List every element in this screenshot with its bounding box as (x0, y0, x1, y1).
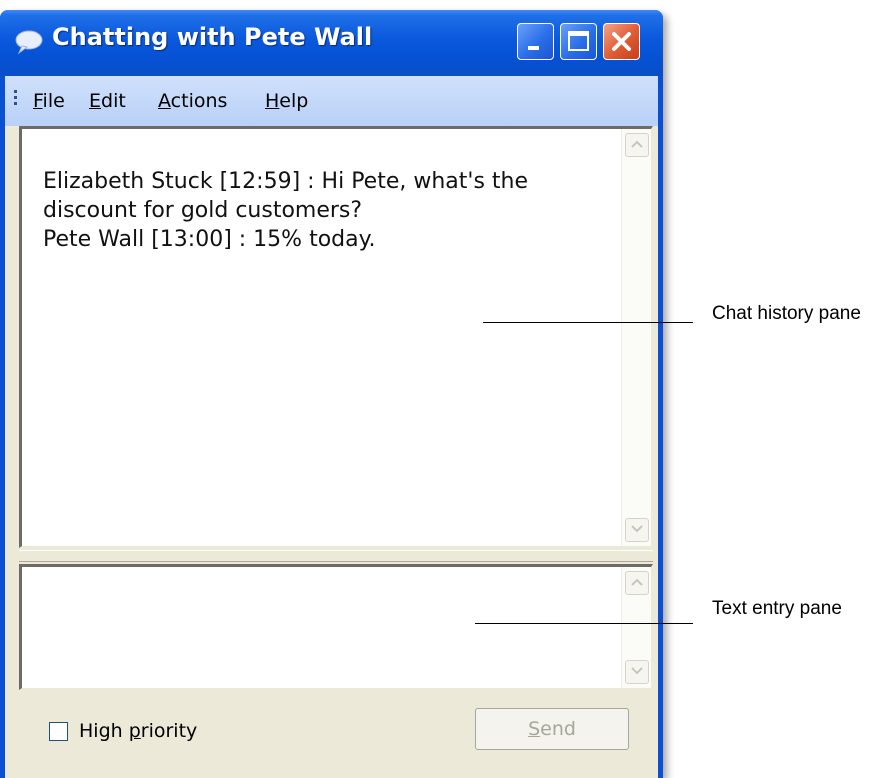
window-client: Elizabeth Stuck [12:59] : Hi Pete, what'… (5, 126, 658, 778)
text-entry-input[interactable] (30, 573, 617, 682)
chat-history-text: Elizabeth Stuck [12:59] : Hi Pete, what'… (43, 167, 603, 254)
text-entry-pane[interactable] (19, 564, 653, 690)
high-priority-checkbox[interactable] (49, 722, 68, 741)
menu-file[interactable]: File (33, 90, 65, 112)
history-scrollbar[interactable] (621, 129, 651, 546)
chevron-down-icon (631, 525, 643, 533)
title-bar[interactable]: Chatting with Pete Wall (0, 10, 663, 76)
scroll-down-button[interactable] (625, 518, 649, 542)
chat-line: Elizabeth Stuck [12:59] : Hi Pete, what'… (43, 169, 529, 194)
menu-bar: File Edit Actions Help (5, 76, 658, 126)
chat-bubble-icon (14, 29, 44, 55)
toolbar-grip-icon[interactable] (14, 90, 18, 112)
menu-help[interactable]: Help (265, 90, 308, 112)
chat-window: Chatting with Pete Wall File Edit Action… (0, 10, 663, 778)
high-priority-label: High priority (79, 720, 198, 742)
history-callout-label: Chat history pane (712, 303, 861, 324)
minimize-button[interactable] (517, 23, 554, 60)
maximize-icon (568, 31, 589, 51)
maximize-button[interactable] (560, 23, 597, 60)
history-callout-line (483, 322, 693, 323)
chevron-up-icon (631, 578, 643, 586)
close-icon (612, 32, 631, 51)
minimize-icon (528, 46, 539, 50)
chevron-up-icon (631, 140, 643, 148)
scroll-up-button[interactable] (625, 133, 649, 157)
chat-history-pane[interactable]: Elizabeth Stuck [12:59] : Hi Pete, what'… (19, 126, 653, 548)
chat-line: Pete Wall [13:00] : 15% today. (43, 227, 376, 252)
chevron-down-icon (631, 667, 643, 675)
scroll-down-button[interactable] (625, 660, 649, 684)
send-button[interactable]: Send (475, 708, 629, 750)
close-button[interactable] (603, 23, 640, 60)
pane-splitter[interactable] (19, 550, 653, 562)
scroll-up-button[interactable] (625, 571, 649, 595)
entry-scrollbar[interactable] (621, 567, 651, 688)
entry-callout-label: Text entry pane (712, 598, 842, 619)
menu-actions[interactable]: Actions (158, 90, 227, 112)
chat-line: discount for gold customers? (43, 198, 363, 223)
window-title: Chatting with Pete Wall (52, 23, 373, 51)
entry-callout-line (475, 623, 693, 624)
menu-edit[interactable]: Edit (89, 90, 126, 112)
